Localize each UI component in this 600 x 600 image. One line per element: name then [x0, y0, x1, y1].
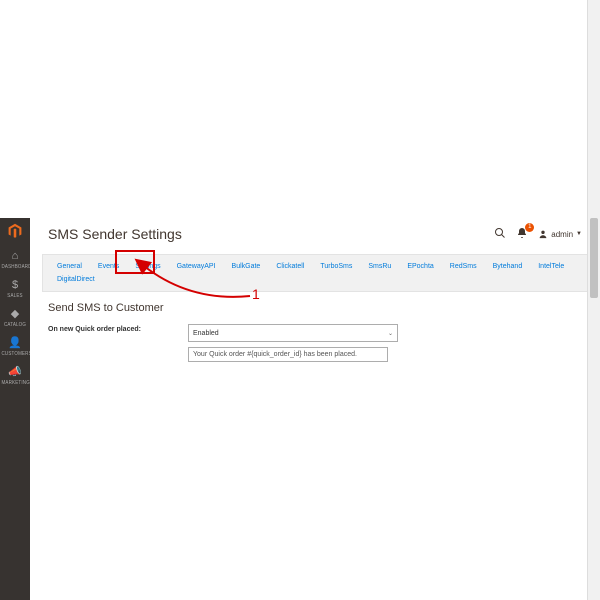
sidebar-label: DASHBOARD [2, 264, 29, 270]
sidebar-icon: ⌂ [0, 251, 30, 262]
sms-template-textarea[interactable]: Your Quick order #{quick_order_id} has b… [188, 347, 388, 362]
sidebar-icon: $ [0, 280, 30, 291]
tab-turbosms[interactable]: TurboSms [312, 260, 360, 273]
chevron-down-icon: ⌄ [388, 330, 393, 337]
tab-events[interactable]: Events [90, 260, 127, 273]
sidebar-label: SALES [2, 293, 29, 299]
field-label-quick-order: On new Quick order placed: [48, 324, 188, 333]
magento-logo-icon [6, 222, 24, 240]
select-value: Enabled [193, 330, 219, 337]
sidebar-item-customers[interactable]: 👤 CUSTOMERS [0, 333, 30, 362]
sidebar-item-sales[interactable]: $ SALES [0, 275, 30, 304]
settings-tabs: GeneralEventsSettingsGatewayAPIBulkGateC… [42, 254, 588, 292]
sidebar-item-marketing[interactable]: 📣 MARKETING [0, 362, 30, 391]
page-title: SMS Sender Settings [48, 226, 494, 242]
tab-epochta[interactable]: EPochta [399, 260, 441, 273]
enabled-select[interactable]: Enabled ⌄ [188, 324, 398, 342]
browser-scrollbar[interactable] [587, 0, 600, 600]
search-icon[interactable] [494, 227, 506, 242]
notifications-icon[interactable]: 1 [516, 227, 528, 242]
account-menu[interactable]: admin ▼ [538, 229, 582, 239]
page-header: SMS Sender Settings 1 admin ▼ [30, 218, 600, 248]
user-label: admin [551, 230, 573, 239]
tab-clickatell[interactable]: Clickatell [268, 260, 312, 273]
sidebar-label: CUSTOMERS [2, 351, 29, 357]
main-content: SMS Sender Settings 1 admin ▼ GeneralEve… [30, 218, 600, 600]
sidebar-icon: 📣 [0, 367, 30, 378]
tab-general[interactable]: General [49, 260, 90, 273]
section-title: Send SMS to Customer [48, 302, 582, 314]
sidebar-label: MARKETING [2, 380, 29, 386]
tab-redsms[interactable]: RedSms [442, 260, 485, 273]
tab-smsru[interactable]: SmsRu [360, 260, 399, 273]
chevron-down-icon: ▼ [576, 231, 582, 237]
tab-digitaldirect[interactable]: DigitalDirect [49, 273, 103, 286]
sidebar-icon: 👤 [0, 338, 30, 349]
scrollbar-thumb[interactable] [590, 218, 598, 298]
sidebar-icon: ◆ [0, 309, 30, 320]
tab-gatewayapi[interactable]: GatewayAPI [169, 260, 224, 273]
admin-sidebar: ⌂ DASHBOARD $ SALES ◆ CATALOG 👤 CUSTOMERS 📣 MARKE… [0, 218, 30, 600]
tab-inteltele[interactable]: IntelTele [530, 260, 572, 273]
notification-badge: 1 [525, 223, 534, 232]
sidebar-item-dashboard[interactable]: ⌂ DASHBOARD [0, 246, 30, 275]
tab-bytehand[interactable]: Bytehand [485, 260, 531, 273]
tab-settings[interactable]: Settings [127, 260, 168, 273]
sidebar-item-catalog[interactable]: ◆ CATALOG [0, 304, 30, 333]
sidebar-label: CATALOG [2, 322, 29, 328]
tab-bulkgate[interactable]: BulkGate [224, 260, 269, 273]
